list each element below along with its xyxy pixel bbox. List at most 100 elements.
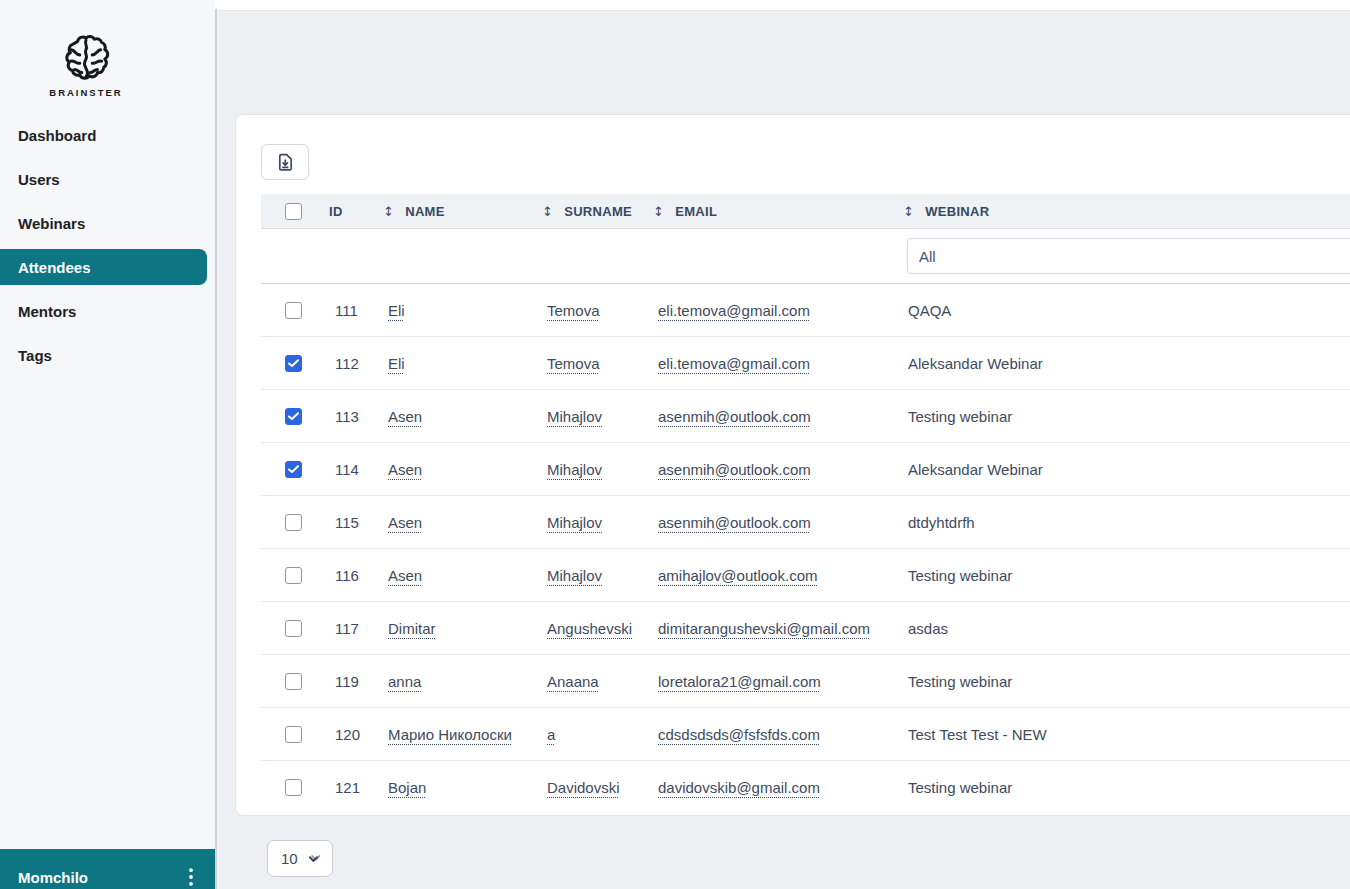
surname-link[interactable]: Anaana (547, 673, 599, 690)
surname-link[interactable]: a (547, 726, 555, 743)
row-checkbox[interactable] (285, 408, 302, 425)
row-surname-cell: Temova (537, 337, 648, 389)
email-link[interactable]: amihajlov@outlook.com (658, 567, 817, 584)
email-link[interactable]: asenmih@outlook.com (658, 408, 811, 425)
row-checkbox[interactable] (285, 673, 302, 690)
row-checkbox[interactable] (285, 779, 302, 796)
row-select-cell (261, 549, 325, 601)
main-content: ID↕NAME↕SURNAME↕EMAIL↕WEBINAR All 111Eli… (217, 10, 1350, 889)
row-name-cell: Asen (378, 390, 537, 442)
row-checkbox[interactable] (285, 726, 302, 743)
webinar-filter-select[interactable]: All (907, 238, 1350, 274)
surname-link[interactable]: Angushevski (547, 620, 632, 637)
filter-cell-webinar: All (898, 229, 1350, 283)
table-row: 119annaAnaanaloretalora21@gmail.comTesti… (261, 655, 1350, 708)
row-email-cell: eli.temova@gmail.com (648, 337, 898, 389)
table-header-row: ID↕NAME↕SURNAME↕EMAIL↕WEBINAR (261, 194, 1350, 229)
sidebar-item-attendees[interactable]: Attendees (0, 249, 207, 285)
row-name-cell: Марио Николоски (378, 708, 537, 760)
name-link[interactable]: Asen (388, 514, 422, 531)
name-link[interactable]: Asen (388, 408, 422, 425)
surname-link[interactable]: Temova (547, 302, 600, 319)
sidebar-item-users[interactable]: Users (0, 161, 215, 197)
row-email-cell: eli.temova@gmail.com (648, 284, 898, 336)
row-surname-cell: Mihajlov (537, 443, 648, 495)
sidebar: BRAINSTER Dashboard Users Webinars Attendee… (0, 0, 215, 889)
row-email-cell: dimitarangushevski@gmail.com (648, 602, 898, 654)
surname-link[interactable]: Temova (547, 355, 600, 372)
kebab-menu-icon[interactable] (189, 868, 193, 886)
user-bar[interactable]: Momchilo (0, 849, 215, 889)
row-name-cell: Asen (378, 443, 537, 495)
row-webinar-cell: Testing webinar (898, 549, 1350, 601)
row-select-cell (261, 390, 325, 442)
table-row: 115 Asen Mihajlov asenmih@outlook.com dtdyht… (261, 496, 1350, 549)
row-webinar-cell: asdas (898, 602, 1350, 654)
row-checkbox[interactable] (285, 514, 302, 531)
column-header-name[interactable]: ↕NAME (378, 194, 537, 228)
email-link[interactable]: eli.temova@gmail.com (658, 355, 810, 372)
row-name-cell: Asen (378, 496, 537, 548)
email-link[interactable]: cdsdsdsds@fsfsfds.com (658, 726, 820, 743)
row-id-cell: 115 (325, 496, 378, 548)
column-header-email[interactable]: ↕EMAIL (648, 194, 898, 228)
email-link[interactable]: davidovskib@gmail.com (658, 779, 820, 796)
row-surname-cell: Mihajlov (537, 496, 648, 548)
name-link[interactable]: Asen (388, 461, 422, 478)
name-link[interactable]: Bojan (388, 779, 426, 796)
row-id-cell: 119 (325, 655, 378, 707)
column-label: SURNAME (564, 204, 632, 219)
page-size-select[interactable]: 10 (267, 840, 333, 877)
sidebar-item-webinars[interactable]: Webinars (0, 205, 215, 241)
sidebar-item-dashboard[interactable]: Dashboard (0, 117, 215, 153)
row-webinar-cell: Testing webinar (898, 390, 1350, 442)
row-checkbox[interactable] (285, 620, 302, 637)
row-select-cell (261, 284, 325, 336)
row-webinar-cell: dtdyhtdrfh (898, 496, 1350, 548)
row-checkbox[interactable] (285, 567, 302, 584)
page-size-value: 10 (281, 850, 298, 867)
name-link[interactable]: Asen (388, 567, 422, 584)
name-link[interactable]: Eli (388, 302, 405, 319)
sidebar-nav: Dashboard Users Webinars Attendees Mentors Ta… (0, 117, 215, 373)
column-label: WEBINAR (925, 204, 989, 219)
sort-icon: ↕ (542, 204, 553, 219)
surname-link[interactable]: Mihajlov (547, 461, 602, 478)
name-link[interactable]: Eli (388, 355, 405, 372)
column-header-surname[interactable]: ↕ SURNAME (537, 194, 648, 228)
surname-link[interactable]: Davidovski (547, 779, 620, 796)
row-checkbox[interactable] (285, 461, 302, 478)
row-select-cell (261, 761, 325, 814)
table-row: 113AsenMihajlovasenmih@outlook.comTestin… (261, 390, 1350, 443)
filter-cell (261, 229, 325, 283)
select-all-checkbox[interactable] (285, 203, 302, 220)
sidebar-item-tags[interactable]: Tags (0, 337, 215, 373)
email-link[interactable]: dimitarangushevski@gmail.com (658, 620, 870, 637)
sidebar-item-mentors[interactable]: Mentors (0, 293, 215, 329)
row-surname-cell: Anaana (537, 655, 648, 707)
surname-link[interactable]: Mihajlov (547, 514, 602, 531)
name-link[interactable]: anna (388, 673, 421, 690)
row-checkbox[interactable] (285, 355, 302, 372)
row-surname-cell: Mihajlov (537, 390, 648, 442)
email-link[interactable]: asenmih@outlook.com (658, 461, 811, 478)
surname-link[interactable]: Mihajlov (547, 408, 602, 425)
sort-icon: ↕ (653, 204, 664, 219)
table-row: 121BojanDavidovskidavidovskib@gmail.comT… (261, 761, 1350, 814)
brainster-logo-icon (61, 33, 111, 83)
column-header-id[interactable]: ID (325, 194, 378, 228)
column-header-webinar[interactable]: ↕WEBINAR (898, 194, 1350, 228)
attendees-card: ID↕NAME↕SURNAME↕EMAIL↕WEBINAR All 111Eli… (235, 114, 1350, 816)
email-link[interactable]: asenmih@outlook.com (658, 514, 811, 531)
name-link[interactable]: Марио Николоски (388, 726, 512, 743)
brand: BRAINSTER (0, 33, 172, 98)
row-name-cell: Bojan (378, 761, 537, 814)
name-link[interactable]: Dimitar (388, 620, 436, 637)
export-button[interactable] (261, 144, 309, 180)
email-link[interactable]: loretalora21@gmail.com (658, 673, 821, 690)
surname-link[interactable]: Mihajlov (547, 567, 602, 584)
email-link[interactable]: eli.temova@gmail.com (658, 302, 810, 319)
row-id-cell: 111 (325, 284, 378, 336)
row-checkbox[interactable] (285, 302, 302, 319)
row-select-cell (261, 708, 325, 760)
